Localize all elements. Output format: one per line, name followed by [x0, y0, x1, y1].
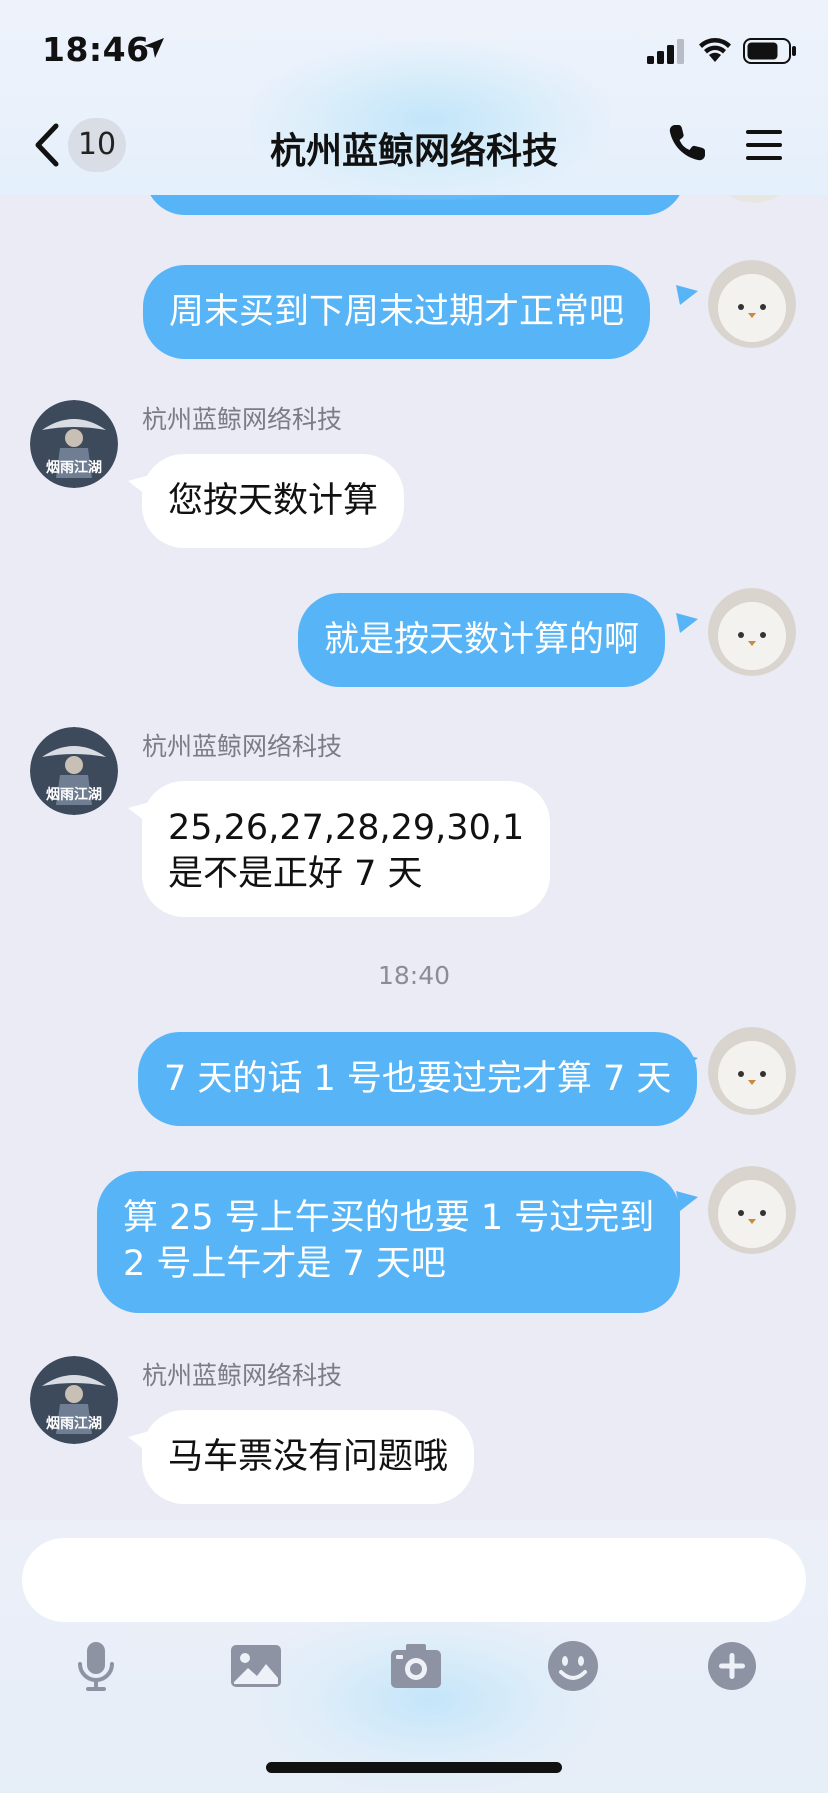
battery-icon: [743, 38, 796, 64]
message-bubble-outgoing[interactable]: 7 天的话 1 号也要过完才算 7 天: [138, 1032, 698, 1126]
bubble-tail: [676, 1191, 698, 1211]
message-text-line: 算 25 号上午买的也要 1 号过完到: [123, 1198, 655, 1238]
microphone-icon[interactable]: [68, 1638, 124, 1694]
top-bar: 18:46 10 杭州蓝鲸网络科技: [0, 0, 828, 200]
contact-avatar[interactable]: 烟雨江湖: [30, 400, 118, 488]
message-bubble-outgoing[interactable]: 就是按天数计算的啊: [298, 593, 666, 687]
input-bar: [0, 1520, 828, 1793]
message-bubble-incoming[interactable]: 您按天数计算: [142, 454, 405, 548]
message-bubble-incoming[interactable]: 25,26,27,28,29,30,1 是不是正好 7 天: [142, 781, 551, 917]
message-text: 周末买到下周末过期才正常吧: [169, 292, 625, 332]
message-text-line: 25,26,27,28,29,30,1: [168, 808, 525, 848]
image-icon[interactable]: [228, 1638, 284, 1694]
message-text: 就是按天数计算的啊: [324, 620, 640, 660]
my-avatar[interactable]: [708, 1027, 796, 1115]
camera-icon[interactable]: [388, 1638, 444, 1694]
header-glow: [250, 40, 610, 200]
emoji-icon[interactable]: [545, 1638, 601, 1694]
chat-title: 杭州蓝鲸网络科技: [269, 131, 558, 172]
my-avatar[interactable]: [708, 588, 796, 676]
phone-icon[interactable]: [666, 122, 708, 164]
unread-count-badge[interactable]: 10: [68, 118, 126, 172]
plus-icon[interactable]: [704, 1638, 760, 1694]
bubble-tail: [676, 285, 698, 305]
sender-name: 杭州蓝鲸网络科技: [142, 1361, 343, 1390]
message-text-line: 2 号上午才是 7 天吧: [123, 1244, 446, 1284]
message-bubble-outgoing[interactable]: 周末买到下周末过期才正常吧: [143, 265, 651, 359]
menu-icon[interactable]: [744, 128, 784, 162]
message-bubble-incoming[interactable]: 马车票没有问题哦: [142, 1410, 475, 1504]
location-arrow-icon: [144, 38, 164, 58]
svg-text:烟雨江湖: 烟雨江湖: [46, 786, 102, 803]
bubble-tail: [128, 802, 150, 822]
back-chevron-icon[interactable]: [32, 122, 62, 168]
message-text: 7 天的话 1 号也要过完才算 7 天: [164, 1059, 672, 1099]
message-text: 您按天数计算: [168, 481, 379, 521]
message-bubble-outgoing[interactable]: 算 25 号上午买的也要 1 号过完到 2 号上午才是 7 天吧: [97, 1171, 681, 1313]
sender-name: 杭州蓝鲸网络科技: [142, 732, 343, 761]
svg-text:烟雨江湖: 烟雨江湖: [46, 1415, 102, 1432]
message-text-line: 是不是正好 7 天: [168, 854, 423, 894]
sender-name: 杭州蓝鲸网络科技: [142, 405, 343, 434]
my-avatar[interactable]: [708, 1166, 796, 1254]
svg-text:烟雨江湖: 烟雨江湖: [46, 459, 102, 476]
bubble-tail: [128, 1431, 150, 1451]
bubble-tail: [676, 613, 698, 633]
message-input[interactable]: [22, 1538, 806, 1622]
contact-avatar[interactable]: 烟雨江湖: [30, 727, 118, 815]
status-time: 18:46: [42, 30, 150, 69]
bubble-tail: [676, 1052, 698, 1072]
message-text: 马车票没有问题哦: [168, 1437, 449, 1477]
my-avatar[interactable]: [708, 260, 796, 348]
contact-avatar[interactable]: 烟雨江湖: [30, 1356, 118, 1444]
my-avatar-partial[interactable]: [710, 195, 798, 203]
cellular-signal-icon: [647, 39, 684, 64]
chat-message-list[interactable]: 周末买到下周末过期才正常吧 烟雨江湖 杭州蓝鲸网络科技 您按天数计算 就是按天数…: [0, 195, 828, 1520]
bubble-tail: [128, 475, 150, 495]
wifi-icon: [699, 38, 731, 62]
home-indicator: [266, 1762, 562, 1773]
message-timestamp: 18:40: [377, 961, 451, 990]
